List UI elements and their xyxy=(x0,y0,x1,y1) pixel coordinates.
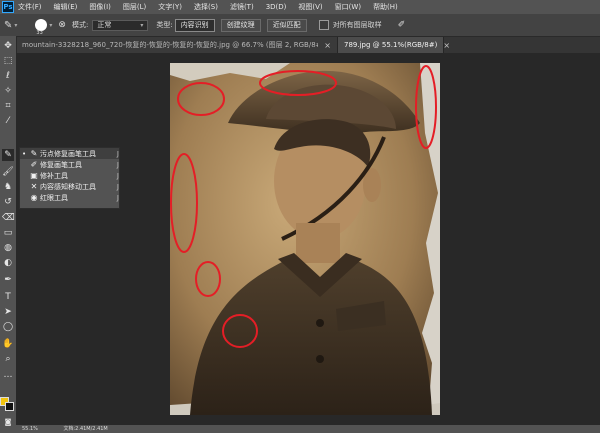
menu-3d[interactable]: 3D(D) xyxy=(266,3,287,11)
flyout-item-shortcut: J xyxy=(116,149,119,158)
menu-layer[interactable]: 图层(L) xyxy=(123,2,146,12)
tab-mountain-doc[interactable]: mountain-3328218_960_720-恢复的-恢复的-恢复的-恢复的… xyxy=(16,37,338,53)
menu-file[interactable]: 文件(F) xyxy=(18,2,42,12)
photoshop-logo-icon: Ps xyxy=(2,1,14,13)
menu-help[interactable]: 帮助(H) xyxy=(373,2,398,12)
menu-image[interactable]: 图像(I) xyxy=(89,2,111,12)
flyout-item-spot-healing-brush[interactable]: • ✎ 污点修复画笔工具 J xyxy=(20,148,119,159)
crop-icon[interactable]: ⌗ xyxy=(2,100,14,112)
document-tabs: mountain-3328218_960_720-恢复的-恢复的-恢复的-恢复的… xyxy=(16,37,600,53)
mode-select[interactable]: 正常 ▾ xyxy=(92,19,149,31)
neck xyxy=(296,223,340,263)
sample-all-layers-checkbox[interactable] xyxy=(318,20,329,30)
flyout-item-shortcut: J xyxy=(116,182,119,191)
flyout-item-content-aware-move[interactable]: ✕ 内容感知移动工具 J xyxy=(20,181,119,192)
mode-select-value: 正常 xyxy=(97,21,112,29)
button xyxy=(316,355,324,363)
pressure-pen-icon: ✐ xyxy=(397,20,406,30)
gradient-icon[interactable]: ▭ xyxy=(2,227,14,239)
hand-icon[interactable]: ✋ xyxy=(2,338,14,350)
button xyxy=(316,319,324,327)
tool-preset-picker[interactable]: ✎ ▾ xyxy=(4,20,17,31)
menu-bar: Ps 文件(F) 编辑(E) 图像(I) 图层(L) 文字(Y) 选择(S) 滤… xyxy=(0,0,600,14)
marquee-icon[interactable]: ⬚ xyxy=(2,55,14,67)
type-label: 类型: xyxy=(156,21,173,29)
brush-icon[interactable]: 🖌 xyxy=(2,166,14,178)
type-create-texture-button[interactable]: 创建纹理 xyxy=(220,18,261,32)
patch-icon: ▣ xyxy=(30,171,38,180)
tab-label: 789.jpg @ 55.1%(RGB/8#) xyxy=(344,41,438,49)
brush-settings-icon: ⊗ xyxy=(58,20,66,30)
spot-healing-brush-icon: ✎ xyxy=(30,149,38,158)
chevron-down-icon: ▾ xyxy=(49,21,53,29)
status-bar: 55.1% 文档:2.41M/2.41M xyxy=(16,425,600,433)
mode-label: 模式: xyxy=(71,21,89,29)
brush-size: 33 xyxy=(36,30,43,36)
brush-settings-button[interactable]: ⊗ xyxy=(58,20,66,30)
type-content-aware-button[interactable]: 内容识别 xyxy=(174,18,215,32)
quick-select-icon[interactable]: ✧ xyxy=(2,85,14,97)
chevron-down-icon: ▾ xyxy=(14,21,18,29)
stamp-icon[interactable]: ♞ xyxy=(2,181,14,193)
dodge-icon[interactable]: ◐ xyxy=(2,257,14,269)
flyout-item-label: 修补工具 xyxy=(40,171,68,180)
healing-brush-icon: ✎ xyxy=(4,19,13,31)
type-proximity-match-button[interactable]: 近似匹配 xyxy=(266,18,307,32)
background-color-swatch[interactable] xyxy=(5,402,14,411)
flyout-item-shortcut: J xyxy=(116,171,119,180)
menu-select[interactable]: 选择(S) xyxy=(194,2,218,12)
flyout-item-label: 污点修复画笔工具 xyxy=(40,149,96,158)
tab-label: mountain-3328218_960_720-恢复的-恢复的-恢复的-恢复的… xyxy=(22,41,319,49)
menu-filter[interactable]: 滤镜(T) xyxy=(230,2,254,12)
flyout-item-label: 修复画笔工具 xyxy=(40,160,82,169)
chevron-down-icon: ▾ xyxy=(140,21,144,29)
blur-icon[interactable]: ◍ xyxy=(2,242,14,254)
close-icon[interactable]: × xyxy=(324,41,331,50)
red-eye-icon: ◉ xyxy=(30,193,38,202)
path-select-icon[interactable]: ➤ xyxy=(2,306,14,318)
eyedropper-icon[interactable]: ⁄ xyxy=(2,115,14,127)
zoom-icon[interactable]: ⌕ xyxy=(2,353,14,365)
more-icon[interactable]: … xyxy=(2,369,14,381)
menu-edit[interactable]: 编辑(E) xyxy=(54,2,78,12)
sample-all-layers-label: 对所有图层取样 xyxy=(332,21,382,29)
eraser-icon[interactable]: ⌫ xyxy=(2,212,15,224)
pressure-size-button[interactable]: ✐ xyxy=(398,20,406,30)
tab-789-doc[interactable]: 789.jpg @ 55.1%(RGB/8#) × xyxy=(338,37,450,53)
zoom-level[interactable]: 55.1% xyxy=(22,426,38,432)
flyout-item-healing-brush[interactable]: ✐ 修复画笔工具 J xyxy=(20,159,119,170)
move-icon[interactable]: ✥ xyxy=(2,40,14,52)
flyout-item-patch-tool[interactable]: ▣ 修补工具 J xyxy=(20,170,119,181)
flyout-item-shortcut: J xyxy=(116,160,119,169)
flyout-item-shortcut: J xyxy=(116,193,119,202)
healing-brush-icon: ✐ xyxy=(30,160,38,169)
quick-mask-icon[interactable]: ◙ xyxy=(2,416,14,428)
menu-window[interactable]: 窗口(W) xyxy=(335,2,361,12)
shape-icon[interactable]: ◯ xyxy=(2,321,14,333)
flyout-item-red-eye[interactable]: ◉ 红眼工具 J xyxy=(20,192,120,203)
healing-tools-flyout: • ✎ 污点修复画笔工具 J ✐ 修复画笔工具 J ▣ 修补工具 J ✕ 内容感… xyxy=(19,147,120,209)
close-icon[interactable]: × xyxy=(443,41,450,50)
flyout-item-label: 红眼工具 xyxy=(40,193,68,202)
photo-document[interactable] xyxy=(170,63,440,415)
menu-view[interactable]: 视图(V) xyxy=(298,2,322,12)
brush-preset-picker[interactable]: 33 ▾ xyxy=(35,19,53,36)
menu-type[interactable]: 文字(Y) xyxy=(158,2,182,12)
healing-brush-icon[interactable]: ✎ xyxy=(2,149,14,161)
content-aware-move-icon: ✕ xyxy=(30,182,38,191)
flyout-item-label: 内容感知移动工具 xyxy=(40,182,96,191)
document-size: 文档:2.41M/2.41M xyxy=(63,426,108,432)
pen-icon[interactable]: ✒ xyxy=(2,274,14,286)
lasso-icon[interactable]: ℓ xyxy=(2,70,14,82)
tools-panel: ✥ ⬚ ℓ ✧ ⌗ ⁄ ✎ 🖌 ♞ ↺ ⌫ ▭ ◍ ◐ ✒ T ➤ ◯ ✋ ⌕ … xyxy=(0,36,17,433)
options-bar: ✎ ▾ 33 ▾ ⊗ 模式: 正常 ▾ 类型: 内容识别 创建纹理 近似匹配 对… xyxy=(0,14,600,37)
history-brush-icon[interactable]: ↺ xyxy=(2,196,14,208)
sample-all-layers-toggle[interactable]: 对所有图层取样 xyxy=(318,20,382,30)
type-icon[interactable]: T xyxy=(2,291,14,303)
